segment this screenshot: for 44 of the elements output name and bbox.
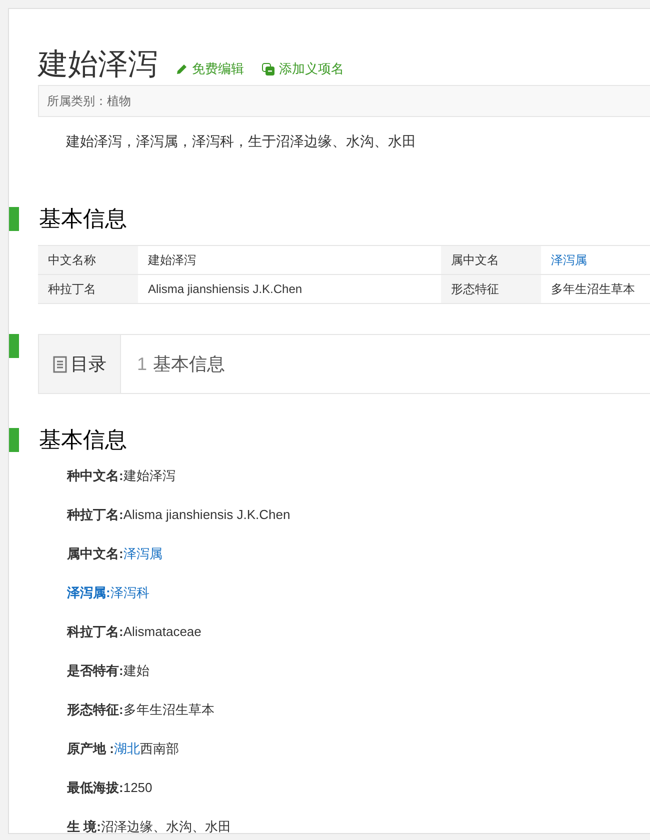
- fact-value: 沼泽边缘、水沟、水田: [100, 819, 231, 834]
- fact-value: Alisma jianshiensis J.K.Chen: [123, 507, 290, 522]
- fact-value: Alismataceae: [123, 624, 202, 639]
- fact-label: 科拉丁名:: [67, 624, 124, 639]
- fact-link[interactable]: 泽泻科: [110, 585, 150, 600]
- section-heading: 基本信息: [39, 428, 127, 452]
- fact-label: 形态特征:: [67, 702, 124, 717]
- section-marker: [9, 207, 19, 231]
- category-text: 所属类别：植物: [47, 92, 131, 110]
- table-label-cell: 中文名称: [38, 246, 138, 274]
- fact-value: 多年生沼生草本: [123, 702, 214, 717]
- section-marker: [9, 428, 19, 452]
- fact-value: 1250: [123, 780, 152, 795]
- summary-text: 建始泽泻，泽泻属，泽泻科，生于沼泽边缘、水沟、水田: [66, 132, 417, 151]
- table-value-cell-text: 多年生沼生草本: [550, 280, 636, 298]
- table-value-cell-text: 建始泽泻: [147, 252, 197, 268]
- add-sense-link[interactable]: 添加义项名: [262, 59, 344, 79]
- pencil-icon: [176, 63, 188, 75]
- fact-label: 原产地 :: [67, 741, 114, 756]
- fact-value: 建始泽泻: [123, 468, 176, 483]
- fact-value: 建始: [123, 663, 150, 678]
- fact-label: 种拉丁名:: [67, 507, 124, 522]
- fact-label: 种中文名:: [67, 468, 124, 483]
- toc-title: 目录: [70, 353, 106, 376]
- table-link[interactable]: 泽泻属: [541, 246, 650, 274]
- list-icon: [52, 356, 66, 372]
- section-marker: [9, 334, 19, 358]
- section-heading: 基本信息: [39, 207, 127, 231]
- fact-value: 西南部: [140, 741, 179, 756]
- fact-label: 最低海拔:: [67, 780, 124, 795]
- table-value-cell-text: Alisma jianshiensis J.K.Chen: [147, 281, 304, 298]
- fact-link[interactable]: 泽泻属:: [67, 585, 110, 600]
- table-label-cell: 种拉丁名: [38, 275, 138, 303]
- fact-label: 生 境:: [67, 819, 101, 834]
- copy-icon: [262, 62, 275, 76]
- fact-label: 是否特有:: [67, 663, 124, 678]
- edit-link[interactable]: 免费编辑: [176, 59, 244, 79]
- fact-link[interactable]: 湖北: [114, 741, 140, 756]
- table-label-cell: 属中文名: [441, 246, 541, 274]
- toc-link[interactable]: 1 基本信息: [137, 352, 226, 376]
- page-title: 建始泽泻: [38, 47, 158, 83]
- fact-link[interactable]: 泽泻属: [123, 546, 162, 561]
- table-label-cell: 形态特征: [441, 275, 541, 303]
- fact-label: 属中文名:: [67, 546, 124, 561]
